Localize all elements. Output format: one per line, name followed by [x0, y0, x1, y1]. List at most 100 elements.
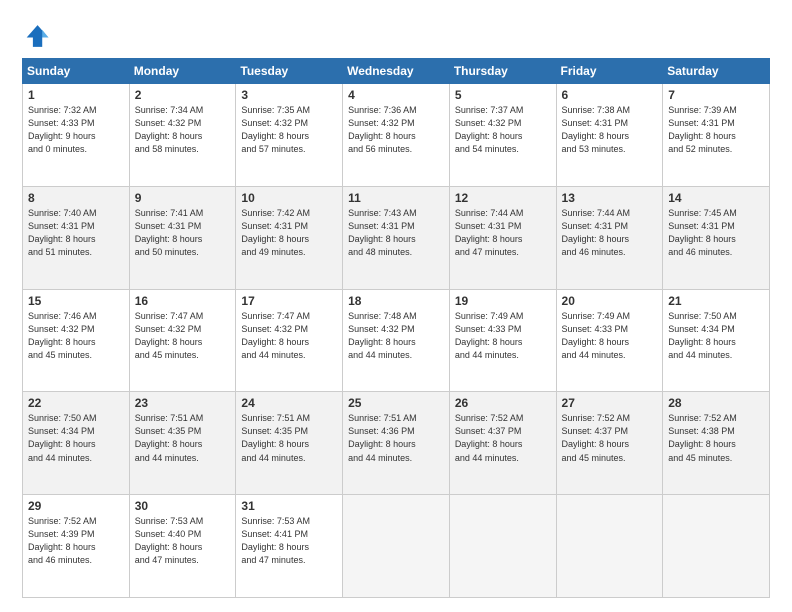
day-number: 6: [562, 88, 658, 102]
calendar-day: 9 Sunrise: 7:41 AM Sunset: 4:31 PM Daylig…: [129, 186, 236, 289]
day-number: 25: [348, 396, 444, 410]
day-info: Sunrise: 7:38 AM Sunset: 4:31 PM Dayligh…: [562, 104, 658, 156]
calendar-day: 22 Sunrise: 7:50 AM Sunset: 4:34 PM Dayli…: [23, 392, 130, 495]
day-number: 9: [135, 191, 231, 205]
calendar-day: 30 Sunrise: 7:53 AM Sunset: 4:40 PM Dayli…: [129, 495, 236, 598]
logo-icon: [22, 22, 50, 50]
weekday-header: Friday: [556, 59, 663, 84]
day-number: 11: [348, 191, 444, 205]
day-info: Sunrise: 7:49 AM Sunset: 4:33 PM Dayligh…: [455, 310, 551, 362]
day-info: Sunrise: 7:48 AM Sunset: 4:32 PM Dayligh…: [348, 310, 444, 362]
weekday-header: Sunday: [23, 59, 130, 84]
calendar-day: 11Sunrise: 7:43 AM Sunset: 4:31 PM Dayli…: [343, 186, 450, 289]
weekday-header: Monday: [129, 59, 236, 84]
day-number: 20: [562, 294, 658, 308]
day-number: 8: [28, 191, 124, 205]
empty-cell: [556, 495, 663, 598]
day-info: Sunrise: 7:51 AM Sunset: 4:36 PM Dayligh…: [348, 412, 444, 464]
day-info: Sunrise: 7:52 AM Sunset: 4:37 PM Dayligh…: [562, 412, 658, 464]
day-number: 14: [668, 191, 764, 205]
calendar-day: 3 Sunrise: 7:35 AM Sunset: 4:32 PM Daylig…: [236, 84, 343, 187]
calendar-day: 31Sunrise: 7:53 AM Sunset: 4:41 PM Dayli…: [236, 495, 343, 598]
day-number: 31: [241, 499, 337, 513]
calendar-day: 7 Sunrise: 7:39 AM Sunset: 4:31 PM Daylig…: [663, 84, 770, 187]
day-info: Sunrise: 7:53 AM Sunset: 4:40 PM Dayligh…: [135, 515, 231, 567]
day-number: 2: [135, 88, 231, 102]
day-info: Sunrise: 7:40 AM Sunset: 4:31 PM Dayligh…: [28, 207, 124, 259]
day-info: Sunrise: 7:45 AM Sunset: 4:31 PM Dayligh…: [668, 207, 764, 259]
calendar-day: 18 Sunrise: 7:48 AM Sunset: 4:32 PM Dayli…: [343, 289, 450, 392]
calendar-day: 8 Sunrise: 7:40 AM Sunset: 4:31 PM Daylig…: [23, 186, 130, 289]
calendar-day: 25 Sunrise: 7:51 AM Sunset: 4:36 PM Dayli…: [343, 392, 450, 495]
calendar-day: 4Sunrise: 7:36 AM Sunset: 4:32 PM Daylig…: [343, 84, 450, 187]
day-info: Sunrise: 7:34 AM Sunset: 4:32 PM Dayligh…: [135, 104, 231, 156]
calendar-day: 16 Sunrise: 7:47 AM Sunset: 4:32 PM Dayli…: [129, 289, 236, 392]
logo: [22, 22, 54, 50]
day-number: 5: [455, 88, 551, 102]
day-number: 22: [28, 396, 124, 410]
day-number: 19: [455, 294, 551, 308]
calendar-day: 12 Sunrise: 7:44 AM Sunset: 4:31 PM Dayli…: [449, 186, 556, 289]
calendar-day: 15Sunrise: 7:46 AM Sunset: 4:32 PM Dayli…: [23, 289, 130, 392]
weekday-header: Tuesday: [236, 59, 343, 84]
calendar-day: 10 Sunrise: 7:42 AM Sunset: 4:31 PM Dayli…: [236, 186, 343, 289]
page: SundayMondayTuesdayWednesdayThursdayFrid…: [0, 0, 792, 612]
weekday-header: Wednesday: [343, 59, 450, 84]
calendar-day: 2 Sunrise: 7:34 AM Sunset: 4:32 PM Daylig…: [129, 84, 236, 187]
header: [22, 18, 770, 50]
day-number: 3: [241, 88, 337, 102]
calendar-day: 14 Sunrise: 7:45 AM Sunset: 4:31 PM Dayli…: [663, 186, 770, 289]
day-number: 1: [28, 88, 124, 102]
calendar-day: 13 Sunrise: 7:44 AM Sunset: 4:31 PM Dayli…: [556, 186, 663, 289]
day-number: 30: [135, 499, 231, 513]
day-number: 4: [348, 88, 444, 102]
day-info: Sunrise: 7:52 AM Sunset: 4:38 PM Dayligh…: [668, 412, 764, 464]
day-info: Sunrise: 7:51 AM Sunset: 4:35 PM Dayligh…: [135, 412, 231, 464]
day-info: Sunrise: 7:39 AM Sunset: 4:31 PM Dayligh…: [668, 104, 764, 156]
day-info: Sunrise: 7:50 AM Sunset: 4:34 PM Dayligh…: [28, 412, 124, 464]
calendar-day: 27 Sunrise: 7:52 AM Sunset: 4:37 PM Dayli…: [556, 392, 663, 495]
calendar-day: 6 Sunrise: 7:38 AM Sunset: 4:31 PM Daylig…: [556, 84, 663, 187]
calendar-day: 19 Sunrise: 7:49 AM Sunset: 4:33 PM Dayli…: [449, 289, 556, 392]
day-number: 29: [28, 499, 124, 513]
day-number: 10: [241, 191, 337, 205]
day-number: 27: [562, 396, 658, 410]
weekday-header: Thursday: [449, 59, 556, 84]
calendar-day: 24Sunrise: 7:51 AM Sunset: 4:35 PM Dayli…: [236, 392, 343, 495]
day-info: Sunrise: 7:52 AM Sunset: 4:39 PM Dayligh…: [28, 515, 124, 567]
day-number: 28: [668, 396, 764, 410]
calendar-day: 1 Sunrise: 7:32 AM Sunset: 4:33 PM Daylig…: [23, 84, 130, 187]
weekday-header: Saturday: [663, 59, 770, 84]
day-number: 18: [348, 294, 444, 308]
calendar-day: 26 Sunrise: 7:52 AM Sunset: 4:37 PM Dayli…: [449, 392, 556, 495]
day-info: Sunrise: 7:50 AM Sunset: 4:34 PM Dayligh…: [668, 310, 764, 362]
day-number: 13: [562, 191, 658, 205]
day-info: Sunrise: 7:44 AM Sunset: 4:31 PM Dayligh…: [455, 207, 551, 259]
day-info: Sunrise: 7:42 AM Sunset: 4:31 PM Dayligh…: [241, 207, 337, 259]
day-info: Sunrise: 7:52 AM Sunset: 4:37 PM Dayligh…: [455, 412, 551, 464]
day-info: Sunrise: 7:32 AM Sunset: 4:33 PM Dayligh…: [28, 104, 124, 156]
day-info: Sunrise: 7:35 AM Sunset: 4:32 PM Dayligh…: [241, 104, 337, 156]
calendar-day: 29 Sunrise: 7:52 AM Sunset: 4:39 PM Dayli…: [23, 495, 130, 598]
day-number: 7: [668, 88, 764, 102]
day-info: Sunrise: 7:44 AM Sunset: 4:31 PM Dayligh…: [562, 207, 658, 259]
day-number: 16: [135, 294, 231, 308]
day-number: 17: [241, 294, 337, 308]
day-info: Sunrise: 7:37 AM Sunset: 4:32 PM Dayligh…: [455, 104, 551, 156]
calendar-day: 20 Sunrise: 7:49 AM Sunset: 4:33 PM Dayli…: [556, 289, 663, 392]
calendar-day: 21Sunrise: 7:50 AM Sunset: 4:34 PM Dayli…: [663, 289, 770, 392]
day-info: Sunrise: 7:46 AM Sunset: 4:32 PM Dayligh…: [28, 310, 124, 362]
empty-cell: [663, 495, 770, 598]
day-info: Sunrise: 7:49 AM Sunset: 4:33 PM Dayligh…: [562, 310, 658, 362]
day-info: Sunrise: 7:47 AM Sunset: 4:32 PM Dayligh…: [241, 310, 337, 362]
day-number: 23: [135, 396, 231, 410]
day-info: Sunrise: 7:41 AM Sunset: 4:31 PM Dayligh…: [135, 207, 231, 259]
day-number: 12: [455, 191, 551, 205]
day-info: Sunrise: 7:47 AM Sunset: 4:32 PM Dayligh…: [135, 310, 231, 362]
calendar-table: SundayMondayTuesdayWednesdayThursdayFrid…: [22, 58, 770, 598]
empty-cell: [343, 495, 450, 598]
calendar-day: 5 Sunrise: 7:37 AM Sunset: 4:32 PM Daylig…: [449, 84, 556, 187]
day-number: 26: [455, 396, 551, 410]
calendar-day: 23 Sunrise: 7:51 AM Sunset: 4:35 PM Dayli…: [129, 392, 236, 495]
calendar-day: 28 Sunrise: 7:52 AM Sunset: 4:38 PM Dayli…: [663, 392, 770, 495]
